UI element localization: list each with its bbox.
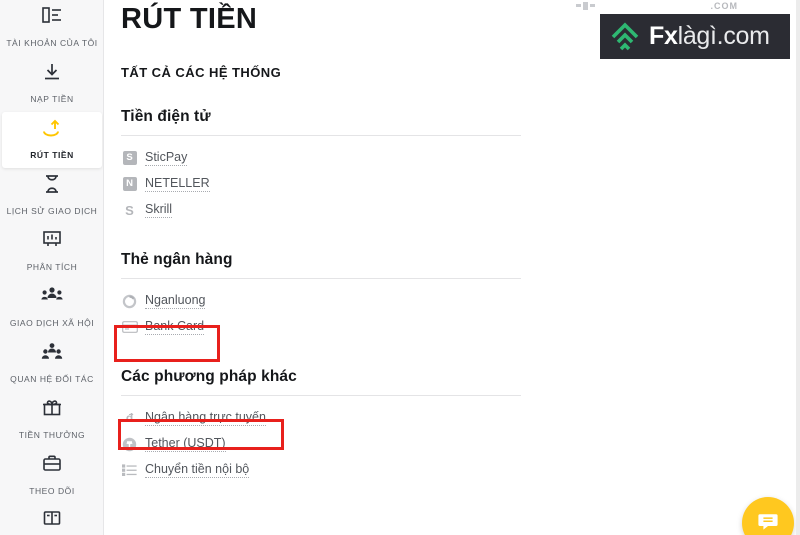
method-neteller[interactable]: N NETELLER <box>121 171 210 197</box>
payment-group-bank-card: Thẻ ngân hàng Nganluong Bank Card <box>121 251 800 340</box>
method-list: đ Ngân hàng trực tuyến Tether (USDT) Chu… <box>121 405 800 483</box>
method-label: Nganluong <box>145 293 206 309</box>
sidebar-item-giao-dich-xa-hoi[interactable]: GIAO DỊCH XÃ HỘI <box>0 280 103 336</box>
account-grid-icon <box>4 6 100 32</box>
partners-icon <box>4 342 100 368</box>
nganluong-icon <box>121 293 138 310</box>
group-title: Các phương pháp khác <box>121 368 297 385</box>
sticpay-icon: S <box>121 150 138 167</box>
withdraw-upload-icon <box>6 118 98 144</box>
internal-transfer-icon <box>121 462 138 479</box>
sidebar-item-label: TÀI KHOẢN CỦA TÔI <box>6 38 98 48</box>
method-label: SticPay <box>145 150 188 166</box>
neteller-badge-letter: N <box>122 177 137 191</box>
hourglass-icon <box>4 174 100 200</box>
briefcase-icon <box>4 454 100 480</box>
sidebar-item-label: RÚT TIỀN <box>30 150 74 160</box>
method-online-banking[interactable]: đ Ngân hàng trực tuyến <box>121 405 266 431</box>
all-systems-heading: TẤT CẢ CÁC HỆ THỐNG <box>121 65 282 80</box>
book-icon <box>4 510 100 535</box>
method-label: Skrill <box>145 202 173 218</box>
method-label: Ngân hàng trực tuyến <box>145 410 266 426</box>
method-list: Nganluong Bank Card <box>121 288 800 340</box>
deposit-download-icon <box>4 62 100 88</box>
neteller-icon: N <box>121 176 138 193</box>
sidebar-item-lich-su-giao-dich[interactable]: LỊCH SỬ GIAO DỊCH <box>0 168 103 224</box>
method-list: S SticPay N NETELLER S Skrill <box>121 145 800 223</box>
online-banking-glyph: đ <box>125 411 134 425</box>
sidebar-item-label: NẠP TIỀN <box>30 94 74 104</box>
method-label: Chuyển tiền nội bộ <box>145 462 250 478</box>
chat-bubble-icon <box>757 510 779 535</box>
sticpay-badge-letter: S <box>122 151 137 165</box>
group-divider <box>121 135 521 136</box>
logo-text: Fxlàgì.com <box>649 24 770 49</box>
group-divider <box>121 395 521 396</box>
logo-text-rest: làgì.com <box>677 22 770 50</box>
watermark-logo: Fxlàgì.com <box>600 14 790 59</box>
sidebar-item-tai-khoan-cua-toi[interactable]: TÀI KHOẢN CỦA TÔI <box>0 0 103 56</box>
method-nganluong[interactable]: Nganluong <box>121 288 206 314</box>
sidebar-item-label: PHÂN TÍCH <box>26 262 78 272</box>
green-chevron-icon <box>609 21 641 53</box>
bank-card-icon <box>121 319 138 336</box>
group-title: Thẻ ngân hàng <box>121 251 233 268</box>
sidebar-item-label: TIỀN THƯỞNG <box>18 430 86 440</box>
tether-icon <box>121 436 138 453</box>
top-faint-icon <box>576 1 602 19</box>
group-divider <box>121 278 521 279</box>
sidebar: TÀI KHOẢN CỦA TÔI NẠP TIỀN RÚT TIỀN LỊCH… <box>0 0 104 535</box>
method-skrill[interactable]: S Skrill <box>121 197 173 223</box>
sidebar-item-quan-he-doi-tac[interactable]: QUAN HỆ ĐỐI TÁC <box>0 336 103 392</box>
method-internal-transfer[interactable]: Chuyển tiền nội bộ <box>121 457 250 483</box>
chart-board-icon <box>4 230 100 256</box>
sidebar-item-label: THEO DÕI <box>29 486 75 496</box>
people-group-icon <box>4 286 100 312</box>
sidebar-item-label: GIAO DỊCH XÃ HỘI <box>9 318 95 328</box>
sidebar-item-tien-thuong[interactable]: TIỀN THƯỞNG <box>0 392 103 448</box>
skrill-icon: S <box>121 202 138 219</box>
main-content: RÚT TIỀN TẤT CẢ CÁC HỆ THỐNG Tiền điện t… <box>104 0 800 535</box>
dotcom-text: .COM <box>710 1 738 11</box>
sidebar-item-phan-tich[interactable]: PHÂN TÍCH <box>0 224 103 280</box>
sidebar-item-nap-tien[interactable]: NẠP TIỀN <box>0 56 103 112</box>
sidebar-item-theo-doi[interactable]: THEO DÕI <box>0 448 103 504</box>
page-root: TÀI KHOẢN CỦA TÔI NẠP TIỀN RÚT TIỀN LỊCH… <box>0 0 800 535</box>
method-sticpay[interactable]: S SticPay <box>121 145 188 171</box>
payment-group-crypto: Tiền điện tử S SticPay N NETELLER S Skri… <box>121 108 800 223</box>
sidebar-item-label: LỊCH SỬ GIAO DỊCH <box>6 206 98 216</box>
sidebar-item-label: QUAN HỆ ĐỐI TÁC <box>10 374 94 384</box>
right-edge-strip <box>796 0 800 535</box>
payment-group-other: Các phương pháp khác đ Ngân hàng trực tu… <box>121 368 800 483</box>
method-bank-card[interactable]: Bank Card <box>121 314 205 340</box>
method-label: NETELLER <box>145 176 210 192</box>
sidebar-item-giao-duc[interactable]: GIÁO DỤC <box>0 504 103 535</box>
method-label: Tether (USDT) <box>145 436 226 452</box>
group-title: Tiền điện tử <box>121 108 211 125</box>
online-banking-icon: đ <box>121 410 138 427</box>
method-tether[interactable]: Tether (USDT) <box>121 431 226 457</box>
method-label: Bank Card <box>145 319 205 335</box>
sidebar-item-rut-tien[interactable]: RÚT TIỀN <box>2 112 102 168</box>
skrill-letter: S <box>125 202 134 218</box>
gift-icon <box>4 398 100 424</box>
logo-text-bold: Fx <box>649 22 678 50</box>
